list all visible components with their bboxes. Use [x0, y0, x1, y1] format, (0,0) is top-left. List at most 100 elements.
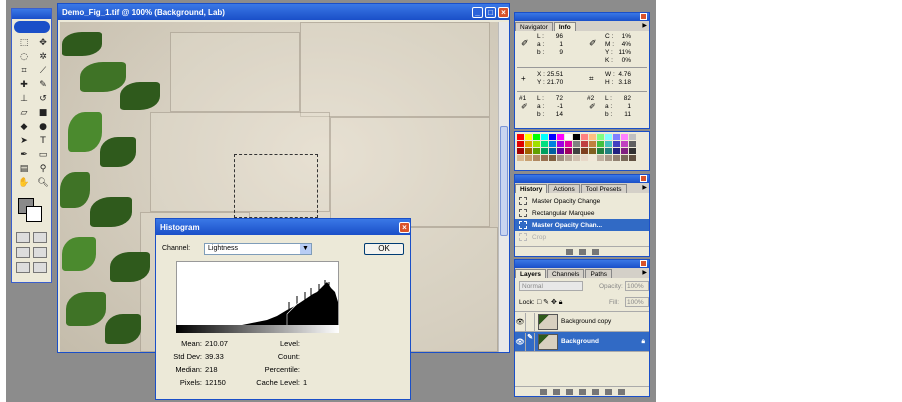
histogram-titlebar[interactable]: Histogram ×	[156, 219, 410, 235]
minimize-button[interactable]: _	[472, 6, 483, 18]
color-swatch[interactable]	[605, 155, 613, 162]
color-swatch[interactable]	[621, 141, 629, 148]
ok-button[interactable]: OK	[364, 243, 404, 255]
color-swatch[interactable]	[517, 134, 525, 141]
link-icon[interactable]	[539, 388, 547, 395]
layers-panel-titlebar[interactable]	[515, 260, 649, 268]
stamp-tool-icon[interactable]: ⊥	[16, 93, 32, 106]
color-swatch[interactable]	[613, 155, 621, 162]
color-swatch[interactable]	[613, 148, 621, 155]
color-swatch[interactable]	[629, 148, 637, 155]
color-swatch[interactable]	[605, 141, 613, 148]
color-swatch[interactable]	[533, 141, 541, 148]
color-swatch[interactable]	[621, 148, 629, 155]
eyedropper-tool-icon[interactable]: ⚲	[35, 163, 51, 176]
marquee-tool-icon[interactable]: ⬚	[16, 37, 32, 50]
color-swatch[interactable]	[549, 141, 557, 148]
info-panel-titlebar[interactable]	[515, 13, 649, 21]
color-swatch[interactable]	[597, 155, 605, 162]
close-icon[interactable]	[640, 175, 647, 182]
lasso-tool-icon[interactable]: ◌	[16, 51, 32, 64]
color-swatch[interactable]	[525, 141, 533, 148]
color-swatch[interactable]	[573, 155, 581, 162]
jump-to-app-button[interactable]	[33, 262, 47, 273]
zoom-tool-icon[interactable]: 🔍︎	[35, 177, 51, 190]
color-swatch[interactable]	[589, 155, 597, 162]
panel-menu-icon[interactable]: ▶	[642, 22, 647, 29]
color-swatch[interactable]	[597, 148, 605, 155]
blur-tool-icon[interactable]: ◆	[16, 121, 32, 134]
new-layer-icon[interactable]	[604, 388, 612, 395]
color-swatch[interactable]	[525, 148, 533, 155]
color-swatch[interactable]	[613, 134, 621, 141]
color-swatch[interactable]	[589, 134, 597, 141]
color-swatch[interactable]	[541, 148, 549, 155]
move-tool-icon[interactable]: ✥	[35, 37, 51, 50]
brush-icon[interactable]: ✎	[525, 332, 535, 351]
history-item[interactable]: Crop	[515, 231, 649, 243]
eraser-tool-icon[interactable]: ▱	[16, 107, 32, 120]
color-swatch[interactable]	[525, 155, 533, 162]
selection-marquee[interactable]	[234, 154, 318, 218]
color-swatch[interactable]	[589, 148, 597, 155]
tab-channels[interactable]: Channels	[546, 269, 585, 278]
color-swatch[interactable]	[573, 148, 581, 155]
eye-icon[interactable]: 👁︎	[515, 338, 525, 346]
color-swatch[interactable]	[605, 148, 613, 155]
color-swatch[interactable]	[525, 134, 533, 141]
color-swatch[interactable]	[533, 148, 541, 155]
histogram-plot[interactable]	[176, 261, 339, 333]
blend-mode-select[interactable]: Normal	[519, 281, 583, 291]
tab-history[interactable]: History	[515, 184, 548, 193]
color-swatch[interactable]	[517, 148, 525, 155]
color-swatch[interactable]	[621, 155, 629, 162]
color-swatch[interactable]	[557, 141, 565, 148]
history-item[interactable]: Master Opacity Chan...	[515, 219, 649, 231]
color-swatch[interactable]	[533, 134, 541, 141]
color-swatch[interactable]	[613, 141, 621, 148]
screen-mode-button[interactable]	[16, 247, 30, 258]
chevron-down-icon[interactable]: ▼	[300, 244, 311, 254]
color-swatch[interactable]	[541, 134, 549, 141]
adjustment-layer-icon[interactable]	[591, 388, 599, 395]
folder-icon[interactable]	[578, 388, 586, 395]
notes-tool-icon[interactable]: ▤	[16, 163, 32, 176]
history-item[interactable]: Rectangular Marquee	[515, 207, 649, 219]
color-swatch[interactable]	[629, 155, 637, 162]
magic-wand-tool-icon[interactable]: ✲	[35, 51, 51, 64]
panel-menu-icon[interactable]: ▶	[642, 269, 647, 276]
color-swatch[interactable]	[549, 134, 557, 141]
color-swatch[interactable]	[581, 134, 589, 141]
color-swatch[interactable]	[565, 148, 573, 155]
history-panel-titlebar[interactable]	[515, 175, 649, 183]
layer-row[interactable]: 👁︎ ✎ Background 🔒︎	[515, 332, 649, 352]
color-swatch[interactable]	[629, 141, 637, 148]
color-swatch[interactable]	[573, 141, 581, 148]
color-swatch[interactable]	[629, 134, 637, 141]
close-button[interactable]: ×	[498, 6, 509, 18]
color-swatch[interactable]	[565, 155, 573, 162]
standard-mode-button[interactable]	[16, 232, 30, 243]
toolbox-titlebar[interactable]	[12, 9, 51, 19]
color-swatch[interactable]	[581, 148, 589, 155]
color-swatch[interactable]	[541, 141, 549, 148]
histogram-close-button[interactable]: ×	[399, 221, 410, 233]
new-document-icon[interactable]	[565, 248, 573, 255]
color-swatch[interactable]	[557, 155, 565, 162]
tab-paths[interactable]: Paths	[585, 269, 613, 278]
dodge-tool-icon[interactable]: ●	[35, 121, 51, 134]
fill-field[interactable]: 100%	[625, 297, 649, 307]
mask-icon[interactable]	[565, 388, 573, 395]
color-swatch[interactable]	[517, 141, 525, 148]
panel-menu-icon[interactable]: ▶	[642, 184, 647, 191]
history-item[interactable]: Master Opacity Change	[515, 195, 649, 207]
color-swatch[interactable]	[557, 148, 565, 155]
color-swatch[interactable]	[541, 155, 549, 162]
crop-tool-icon[interactable]: ⌗	[16, 65, 32, 78]
maximize-button[interactable]: □	[485, 6, 496, 18]
tab-info[interactable]: Info	[553, 22, 576, 31]
channel-select[interactable]: Lightness ▼	[204, 243, 312, 255]
tab-tool-presets[interactable]: Tool Presets	[580, 184, 627, 193]
color-swatch[interactable]	[549, 155, 557, 162]
app-logo-icon[interactable]	[13, 21, 50, 33]
